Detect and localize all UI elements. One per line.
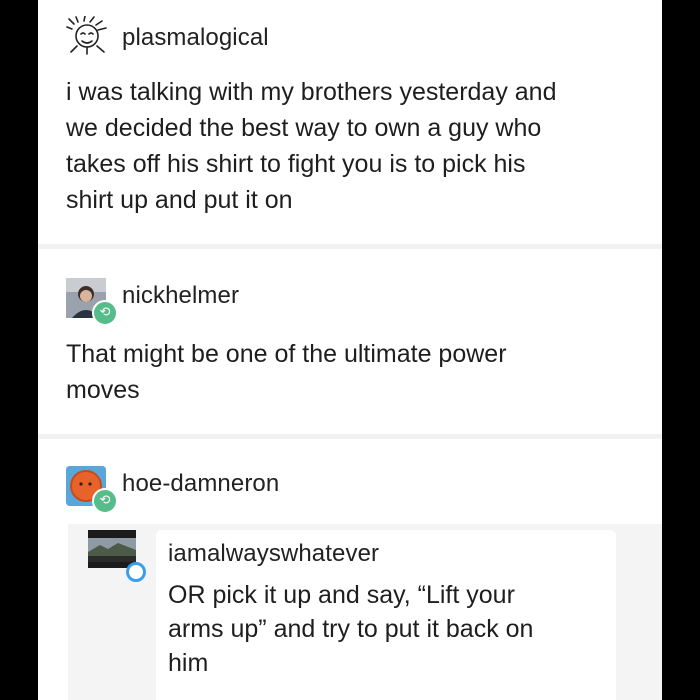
tumblr-thread-card: plasmalogical i was talking with my brot…: [38, 0, 662, 700]
post-nickhelmer: ⟲ nickhelmer That might be one of the ul…: [38, 246, 662, 436]
post-hoe-damneron: ⟲ hoe-damneron iamalwayswhatever OR pick…: [38, 436, 662, 700]
post-line: shirt up and put it on: [66, 186, 293, 214]
post-line: him: [168, 649, 209, 677]
follow-dot-icon: [126, 562, 146, 582]
post-line: arms up” and try to put it back on: [168, 615, 534, 643]
reblog-icon: ⟲: [92, 488, 118, 514]
post-line: OR pick it up and say, “Lift your: [168, 581, 515, 609]
sketch-face-avatar[interactable]: [66, 16, 110, 56]
post-body: That might be one of the ultimate power …: [66, 336, 507, 408]
username[interactable]: plasmalogical: [122, 24, 269, 52]
post-plasmalogical: plasmalogical i was talking with my brot…: [38, 0, 662, 246]
quoted-post-area: iamalwayswhatever OR pick it up and say,…: [68, 524, 662, 700]
post-line: That might be one of the ultimate power: [66, 340, 507, 368]
post-line: moves: [66, 376, 140, 404]
post-line: we decided the best way to own a guy who: [66, 114, 542, 142]
username[interactable]: nickhelmer: [122, 282, 239, 310]
quoted-body: OR pick it up and say, “Lift your arms u…: [168, 578, 533, 680]
quoted-username[interactable]: iamalwayswhatever: [168, 540, 379, 568]
reblog-icon: ⟲: [92, 300, 118, 326]
post-line: i was talking with my brothers yesterday…: [66, 78, 557, 106]
post-body: i was talking with my brothers yesterday…: [66, 74, 557, 218]
post-line: takes off his shirt to fight you is to p…: [66, 150, 526, 178]
landscape-photo-avatar[interactable]: [88, 530, 136, 568]
username[interactable]: hoe-damneron: [122, 470, 279, 498]
quoted-post: iamalwayswhatever OR pick it up and say,…: [156, 530, 616, 700]
